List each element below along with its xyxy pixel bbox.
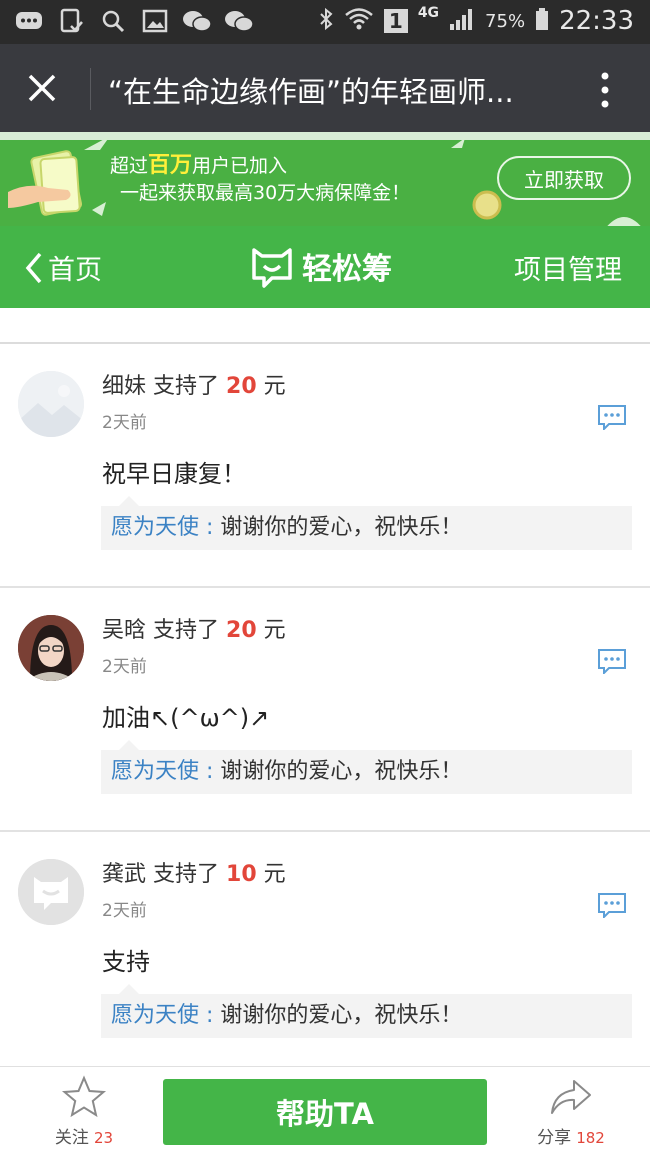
bottom-action-bar: 关注 23 帮助TA 分享 182 bbox=[0, 1066, 650, 1156]
follow-button[interactable]: 关注 23 bbox=[44, 1075, 124, 1148]
star-icon bbox=[61, 1075, 107, 1118]
title-divider bbox=[90, 68, 91, 110]
banner-line-1: 超过百万用户已加入 bbox=[110, 152, 410, 180]
brand-cat-icon bbox=[252, 248, 292, 288]
supporter-name[interactable]: 细妹 bbox=[102, 374, 146, 399]
banner-text: 超过百万用户已加入 一起来获取最高30万大病保障金！ bbox=[110, 152, 410, 207]
leaf-decoration-icon bbox=[90, 200, 110, 224]
comment-item: 龚武 支持了 10 元 2天前 支持 愿为天使 : 谢谢你的爱心，祝快乐！ bbox=[0, 832, 650, 1066]
reply-text: 谢谢你的爱心，祝快乐！ bbox=[220, 759, 463, 784]
supporter-name[interactable]: 吴晗 bbox=[102, 618, 146, 643]
wechat-icon-2 bbox=[224, 8, 254, 34]
amount-unit: 元 bbox=[263, 618, 286, 643]
follow-count: 23 bbox=[94, 1129, 114, 1147]
brand-name: 轻松筹 bbox=[302, 252, 392, 287]
coin-icon bbox=[470, 188, 504, 226]
reply-comment-icon[interactable] bbox=[597, 892, 627, 920]
comment-message: 加油↖(^ω^)↗ bbox=[102, 704, 270, 732]
amount-unit: 元 bbox=[263, 374, 286, 399]
reply-comment-icon[interactable] bbox=[597, 648, 627, 676]
site-nav-bar: 首页 轻松筹 项目管理 bbox=[0, 226, 650, 308]
project-manage-link[interactable]: 项目管理 bbox=[514, 248, 622, 287]
leaf-decoration-icon bbox=[450, 134, 466, 153]
support-action: 支持了 bbox=[153, 618, 220, 643]
status-bar: 1 4G 75% 22:33 bbox=[0, 0, 650, 44]
get-now-button[interactable]: 立即获取 bbox=[497, 156, 631, 200]
comment-message: 祝早日康复！ bbox=[102, 460, 246, 488]
leaf-decoration-icon bbox=[604, 210, 644, 226]
comment-header: 吴晗 支持了 20 元 bbox=[102, 612, 286, 644]
leaf-decoration-icon bbox=[82, 132, 112, 156]
signal-icon bbox=[449, 7, 475, 36]
reply-box: 愿为天使 : 谢谢你的爱心，祝快乐！ bbox=[101, 984, 632, 1038]
share-button[interactable]: 分享 182 bbox=[526, 1075, 616, 1148]
banner-line-2: 一起来获取最高30万大病保障金！ bbox=[120, 182, 411, 204]
reply-author: 愿为天使 : bbox=[111, 759, 214, 784]
avatar[interactable] bbox=[18, 859, 84, 925]
bluetooth-icon bbox=[318, 7, 334, 36]
home-back-link[interactable]: 首页 bbox=[24, 248, 102, 287]
share-label: 分享 bbox=[537, 1128, 572, 1148]
reply-text: 谢谢你的爱心，祝快乐！ bbox=[220, 1003, 463, 1028]
page-title: “在生命边缘作画”的年轻画师... bbox=[108, 75, 514, 109]
battery-icon bbox=[535, 7, 549, 36]
search-icon bbox=[98, 8, 128, 34]
comment-item: 细妹 支持了 20 元 2天前 祝早日康复！ 愿为天使 : 谢谢你的爱心，祝快乐… bbox=[0, 344, 650, 586]
wifi-icon bbox=[344, 7, 374, 36]
battery-percent: 75% bbox=[485, 10, 526, 32]
system-status: 1 4G 75% 22:33 bbox=[318, 5, 634, 36]
clipboard-check-icon bbox=[56, 8, 86, 34]
network-type: 4G bbox=[417, 5, 440, 21]
comment-time: 2天前 bbox=[102, 901, 147, 921]
reply-box: 愿为天使 : 谢谢你的爱心，祝快乐！ bbox=[101, 496, 632, 550]
support-action: 支持了 bbox=[153, 374, 220, 399]
reply-text: 谢谢你的爱心，祝快乐！ bbox=[220, 515, 463, 540]
chevron-left-icon bbox=[25, 252, 42, 283]
share-arrow-icon bbox=[551, 1080, 591, 1114]
close-icon[interactable] bbox=[22, 68, 62, 108]
banner-prefix: 超过 bbox=[110, 155, 149, 177]
reply-box: 愿为天使 : 谢谢你的爱心，祝快乐！ bbox=[101, 740, 632, 794]
banner-suffix: 用户已加入 bbox=[192, 155, 288, 177]
more-options-icon[interactable] bbox=[600, 70, 610, 110]
support-amount: 10 bbox=[226, 862, 257, 887]
help-button[interactable]: 帮助TA bbox=[163, 1079, 487, 1145]
support-amount: 20 bbox=[226, 374, 257, 399]
notification-icons bbox=[14, 8, 254, 34]
support-amount: 20 bbox=[226, 618, 257, 643]
comment-message: 支持 bbox=[102, 948, 150, 976]
comment-time: 2天前 bbox=[102, 657, 147, 677]
image-icon bbox=[140, 8, 170, 34]
comment-header: 龚武 支持了 10 元 bbox=[102, 856, 286, 888]
reply-author: 愿为天使 : bbox=[111, 1003, 214, 1028]
support-action: 支持了 bbox=[153, 862, 220, 887]
chat-bubble-icon bbox=[14, 8, 44, 34]
avatar[interactable] bbox=[18, 371, 84, 437]
amount-unit: 元 bbox=[263, 862, 286, 887]
home-label: 首页 bbox=[48, 255, 102, 286]
title-bar: “在生命边缘作画”的年轻画师... bbox=[0, 44, 650, 132]
follow-label: 关注 bbox=[54, 1128, 89, 1148]
sim-slot-badge: 1 bbox=[383, 9, 408, 33]
reply-author: 愿为天使 : bbox=[111, 515, 214, 540]
avatar[interactable] bbox=[18, 615, 84, 681]
promo-banner[interactable]: 超过百万用户已加入 一起来获取最高30万大病保障金！ 立即获取 bbox=[0, 132, 650, 226]
banner-highlight: 百万 bbox=[148, 153, 193, 178]
wechat-icon bbox=[182, 8, 212, 34]
clock: 22:33 bbox=[559, 6, 634, 36]
comment-item: 吴晗 支持了 20 元 2天前 加油↖(^ω^)↗ 愿为天使 : 谢谢你的爱心，… bbox=[0, 588, 650, 830]
supporter-name[interactable]: 龚武 bbox=[102, 862, 146, 887]
comment-time: 2天前 bbox=[102, 413, 147, 433]
brand-logo: 轻松筹 bbox=[250, 244, 392, 288]
share-count: 182 bbox=[576, 1129, 605, 1147]
reply-comment-icon[interactable] bbox=[597, 404, 627, 432]
comment-header: 细妹 支持了 20 元 bbox=[102, 368, 286, 400]
